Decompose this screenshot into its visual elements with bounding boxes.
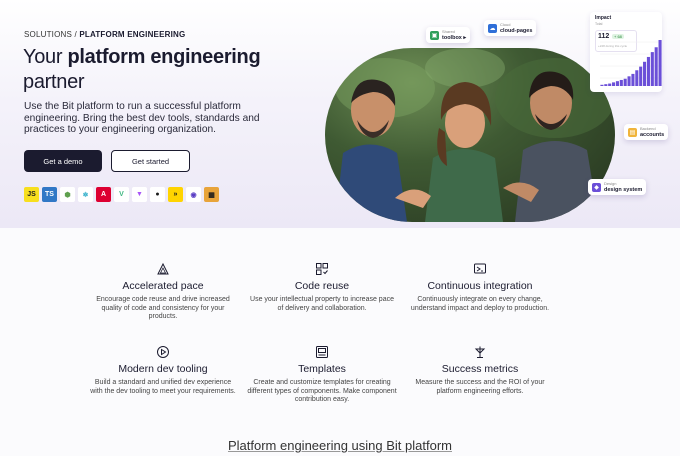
- triangle-pace-icon: [156, 262, 170, 276]
- feature-templates: Templates Create and customize templates …: [247, 345, 397, 405]
- feature-success-metrics: Success metrics Measure the success and t…: [405, 345, 555, 396]
- accounts-card: ▤ Backend accounts: [624, 124, 669, 140]
- team-photo-illustration: [335, 48, 615, 222]
- feature-title: Accelerated pace: [122, 280, 204, 292]
- github-icon: ●: [150, 187, 165, 202]
- chart-bar: [650, 52, 654, 86]
- title-plain: Your: [23, 46, 63, 68]
- get-demo-button[interactable]: Get a demo: [24, 150, 102, 172]
- feature-description: Use your intellectual property to increa…: [250, 296, 394, 312]
- javascript-icon: JS: [24, 187, 39, 202]
- nodejs-icon: ⬢: [60, 187, 75, 202]
- chart-bar: [643, 61, 647, 86]
- accounts-card-label: accounts: [640, 132, 665, 138]
- team-photo: [325, 48, 615, 222]
- breadcrumb-parent[interactable]: SOLUTIONS: [24, 30, 72, 39]
- chart-bar: [623, 78, 627, 86]
- feature-description: Create and customize templates for creat…: [247, 379, 397, 403]
- impact-subtitle: Total: [595, 22, 603, 26]
- vite-icon: ▼: [132, 187, 147, 202]
- vue-icon: V: [114, 187, 129, 202]
- breadcrumb-current: PLATFORM ENGINEERING: [79, 30, 186, 39]
- code-reuse-icon: [315, 262, 329, 276]
- chart-bar: [627, 76, 631, 86]
- netlify-icon: »: [168, 187, 183, 202]
- design-system-icon: ◆: [592, 182, 601, 192]
- react-icon: ⚛: [78, 187, 93, 202]
- feature-title: Code reuse: [294, 280, 350, 292]
- footer: Platform engineering using Bit platform: [0, 438, 680, 453]
- templates-icon: [315, 345, 329, 359]
- accounts-icon: ▤: [628, 127, 637, 137]
- chart-bar: [646, 56, 650, 86]
- toolbox-icon: ▣: [430, 30, 439, 40]
- title-bold: platform engineering: [67, 46, 261, 68]
- chart-bar: [658, 40, 662, 86]
- feature-continuous-integration: Continuous integration Continuously integ…: [405, 262, 555, 313]
- chart-bar: [600, 84, 604, 86]
- chart-bar: [615, 81, 619, 86]
- tech-stack-icons: JS TS ⬢ ⚛ A V ▼ ●» ◉ ▦: [24, 187, 219, 202]
- jamstack-icon: ▦: [204, 187, 219, 202]
- platform-engineering-link[interactable]: Platform engineering using Bit platform: [228, 438, 452, 453]
- feature-description: Encourage code reuse and drive increased…: [96, 296, 230, 320]
- chart-bar: [608, 83, 612, 86]
- feature-modern-dev-tooling: Modern dev tooling Build a standard and u…: [88, 345, 238, 396]
- feature-title: Modern dev tooling: [118, 363, 208, 375]
- impact-title: Impact: [595, 15, 612, 21]
- chart-bar: [631, 73, 635, 86]
- design-system-card: ◆ Design design system: [588, 179, 647, 195]
- page-title: Your platform engineering partner: [23, 45, 293, 95]
- chart-bar: [639, 66, 643, 86]
- angular-icon: A: [96, 187, 111, 202]
- toolbox-card-label: toolbox ▸: [442, 35, 467, 41]
- cloud-pages-card: ☁ Cloud cloud-pages: [484, 20, 537, 36]
- hero-subtitle: Use the Bit platform to run a successful…: [24, 101, 260, 135]
- play-tooling-icon: [156, 345, 170, 359]
- feature-description: Continuously integrate on every change, …: [410, 296, 550, 312]
- chart-bar: [619, 79, 623, 86]
- feature-description: Measure the success and the ROI of your …: [415, 379, 545, 395]
- feature-code-reuse: Code reuse Use your intellectual property…: [247, 262, 397, 313]
- breadcrumb: SOLUTIONS / PLATFORM ENGINEERING: [24, 30, 185, 39]
- metrics-icon: [473, 345, 487, 359]
- feature-accelerated-pace: Accelerated pace Encourage code reuse and…: [88, 262, 238, 322]
- feature-title: Continuous integration: [427, 280, 533, 292]
- chart-bar: [635, 70, 639, 86]
- typescript-icon: TS: [42, 187, 57, 202]
- cloud-icon: ☁: [488, 23, 497, 33]
- feature-title: Templates: [298, 363, 346, 375]
- title-end: partner: [23, 71, 85, 93]
- integration-icon: [473, 262, 487, 276]
- design-system-card-label: design system: [604, 187, 643, 193]
- chart-bar: [654, 47, 658, 86]
- chart-bar: [604, 84, 608, 86]
- cloud-pages-card-label: cloud-pages: [500, 28, 533, 34]
- chart-bar: [612, 82, 616, 86]
- breadcrumb-separator: /: [74, 30, 77, 39]
- feature-description: Build a standard and unified dev experie…: [90, 379, 236, 395]
- feature-title: Success metrics: [441, 363, 519, 375]
- impact-chart: [600, 40, 662, 86]
- toolbox-card: ▣ Shared toolbox ▸: [426, 27, 471, 43]
- get-started-button[interactable]: Get started: [111, 150, 190, 172]
- graphql-icon: ◉: [186, 187, 201, 202]
